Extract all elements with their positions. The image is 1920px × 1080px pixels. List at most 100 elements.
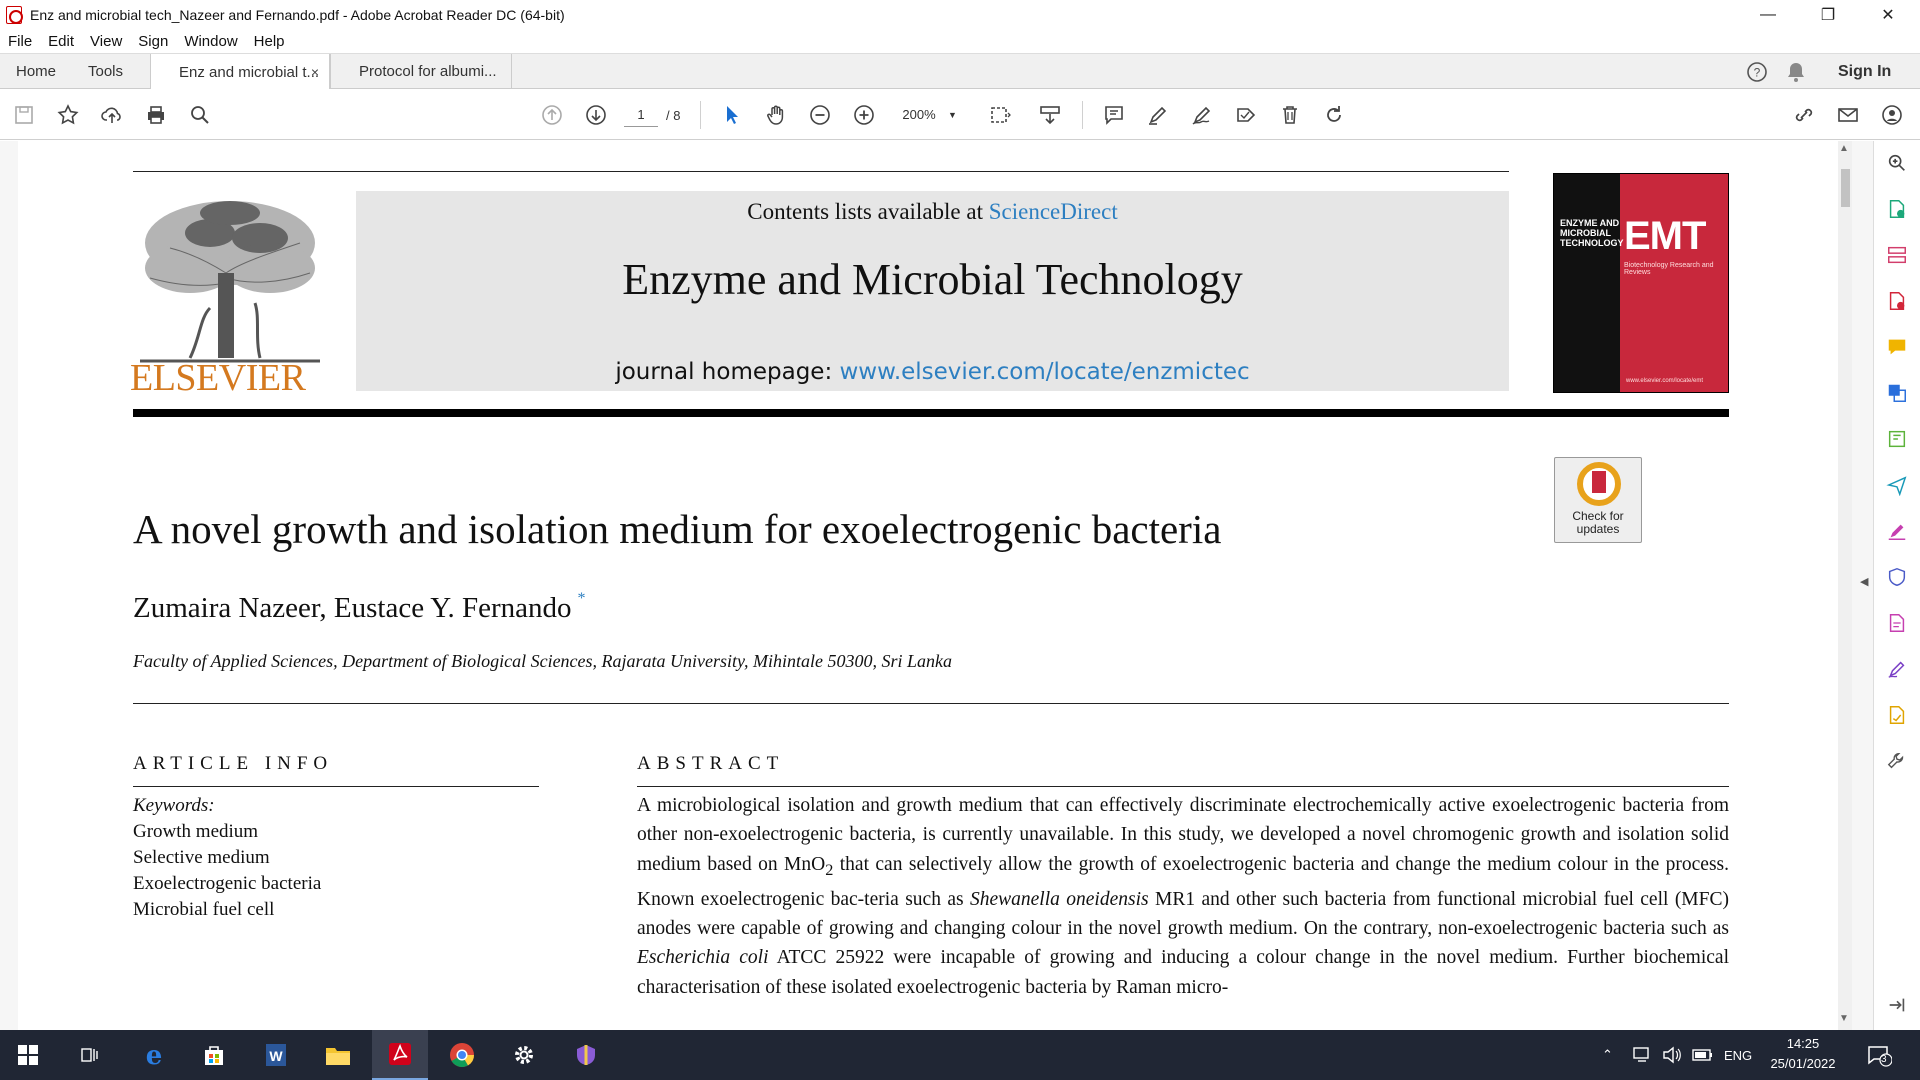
help-icon[interactable]: ? xyxy=(1746,54,1768,89)
homepage-link[interactable]: www.elsevier.com/locate/enzmictec xyxy=(840,359,1250,385)
sign-in-button[interactable]: Sign In xyxy=(1838,54,1891,89)
email-icon[interactable] xyxy=(1834,101,1862,129)
fill-sign-icon[interactable] xyxy=(1232,101,1260,129)
send-for-signature-icon[interactable] xyxy=(1885,473,1909,497)
signature-pen-icon[interactable] xyxy=(1885,657,1909,681)
zoom-out-icon[interactable] xyxy=(806,101,834,129)
file-explorer-icon[interactable] xyxy=(310,1030,366,1080)
zoom-in-icon[interactable] xyxy=(850,101,878,129)
corresponding-author-mark[interactable]: * xyxy=(577,590,585,607)
share-user-icon[interactable] xyxy=(1878,101,1906,129)
menu-view[interactable]: View xyxy=(82,33,130,50)
restore-button[interactable]: ❐ xyxy=(1798,0,1858,29)
draw-signature-icon[interactable] xyxy=(1188,101,1216,129)
app-shield-icon[interactable] xyxy=(558,1030,614,1080)
acrobat-reader-icon[interactable] xyxy=(372,1030,428,1080)
comment-icon[interactable] xyxy=(1100,101,1128,129)
keyword-item: Growth medium xyxy=(133,821,259,842)
tray-volume-icon[interactable] xyxy=(1662,1030,1682,1080)
edge-browser-icon[interactable]: e xyxy=(126,1030,182,1080)
keywords-block: Keywords: Growth medium Selective medium… xyxy=(133,793,321,923)
menu-sign[interactable]: Sign xyxy=(130,33,176,50)
search-zoom-icon[interactable] xyxy=(1885,151,1909,175)
highlight-pen-icon[interactable] xyxy=(1144,101,1172,129)
notification-bell-icon[interactable] xyxy=(1786,54,1806,89)
settings-gear-icon[interactable] xyxy=(496,1030,552,1080)
page-number-input[interactable]: 1 xyxy=(624,103,658,127)
zoom-dropdown[interactable]: 200% ▼ xyxy=(894,103,957,127)
print-icon[interactable] xyxy=(142,101,170,129)
tray-clock[interactable]: 14:25 25/01/2022 xyxy=(1758,1034,1848,1074)
menu-file[interactable]: File xyxy=(0,33,40,50)
windows-start-icon[interactable] xyxy=(0,1030,56,1080)
more-tools-icon[interactable] xyxy=(1885,749,1909,773)
authors-line: Zumaira Nazeer, Eustace Y. Fernando * xyxy=(133,590,585,625)
menu-edit[interactable]: Edit xyxy=(40,33,82,50)
page-fit-icon[interactable] xyxy=(986,101,1014,129)
scroll-mode-icon[interactable] xyxy=(1036,101,1064,129)
cover-emt: EMT xyxy=(1624,214,1706,258)
tab-home[interactable]: Home xyxy=(16,54,56,89)
previous-page-icon[interactable] xyxy=(538,101,566,129)
scroll-up-arrow[interactable]: ▲ xyxy=(1839,143,1849,154)
zoom-value: 200% xyxy=(902,107,936,122)
minimize-button[interactable]: — xyxy=(1738,0,1798,29)
menu-help[interactable]: Help xyxy=(246,33,293,50)
save-icon[interactable] xyxy=(10,101,38,129)
windows-taskbar: e W ⌃ ENG 14:25 25/01/2022 3 xyxy=(0,1030,1920,1080)
hand-tool-icon[interactable] xyxy=(762,101,790,129)
fill-and-sign-icon[interactable] xyxy=(1885,519,1909,543)
tab-close-icon[interactable]: × xyxy=(311,64,319,80)
bookmark-star-icon[interactable] xyxy=(54,101,82,129)
tab-tools[interactable]: Tools xyxy=(88,54,123,89)
tab-document-active[interactable]: Enz and microbial t... × xyxy=(150,54,330,90)
action-center-icon[interactable]: 3 xyxy=(1866,1030,1892,1080)
word-icon[interactable]: W xyxy=(248,1030,304,1080)
tab-document-protocol[interactable]: Protocol for albumi... xyxy=(330,54,512,89)
combine-files-icon[interactable] xyxy=(1885,381,1909,405)
keyword-item: Microbial fuel cell xyxy=(133,899,275,920)
upload-cloud-icon[interactable] xyxy=(98,101,126,129)
chrome-icon[interactable] xyxy=(434,1030,490,1080)
collapse-pane-icon[interactable] xyxy=(1885,993,1909,1017)
keyword-item: Exoelectrogenic bacteria xyxy=(133,873,322,894)
abstract-rule xyxy=(637,786,1729,787)
create-pdf-icon[interactable] xyxy=(1885,289,1909,313)
request-esign-icon[interactable] xyxy=(1885,703,1909,727)
tray-show-hidden-icon[interactable]: ⌃ xyxy=(1602,1030,1613,1080)
prepare-form-icon[interactable] xyxy=(1885,611,1909,635)
svg-text:e: e xyxy=(146,1041,163,1069)
close-window-button[interactable]: ✕ xyxy=(1858,0,1918,29)
check-for-updates-badge[interactable]: Check for updates xyxy=(1554,457,1642,543)
header-top-rule xyxy=(133,171,1509,172)
scroll-down-arrow[interactable]: ▼ xyxy=(1839,1013,1849,1024)
share-link-icon[interactable] xyxy=(1790,101,1818,129)
sciencedirect-link[interactable]: ScienceDirect xyxy=(989,199,1118,224)
journal-name: Enzyme and Microbial Technology xyxy=(622,255,1243,304)
tray-language[interactable]: ENG xyxy=(1724,1030,1752,1080)
comment-tool-icon[interactable] xyxy=(1885,335,1909,359)
scrollbar-thumb[interactable] xyxy=(1841,169,1850,207)
protect-shield-icon[interactable] xyxy=(1885,565,1909,589)
menu-bar: File Edit View Sign Window Help xyxy=(0,29,1920,53)
delete-trash-icon[interactable] xyxy=(1276,101,1304,129)
edit-pdf-icon[interactable] xyxy=(1885,427,1909,451)
collapse-right-pane-icon[interactable]: ◀ xyxy=(1860,575,1868,588)
task-view-icon[interactable] xyxy=(62,1030,118,1080)
homepage-prefix: journal homepage: xyxy=(615,359,840,385)
organize-pages-icon[interactable] xyxy=(1885,243,1909,267)
tray-battery-icon[interactable] xyxy=(1692,1030,1714,1080)
rotate-icon[interactable] xyxy=(1320,101,1348,129)
tray-network-icon[interactable] xyxy=(1632,1030,1652,1080)
cover-subtitle: Biotechnology Research and Reviews xyxy=(1624,262,1714,276)
select-cursor-icon[interactable] xyxy=(718,101,746,129)
document-viewport[interactable]: ELSEVIER Contents lists available at Sci… xyxy=(0,141,1873,1030)
abstract-heading: ABSTRACT xyxy=(637,753,785,774)
search-icon[interactable] xyxy=(186,101,214,129)
microsoft-store-icon[interactable] xyxy=(186,1030,242,1080)
menu-window[interactable]: Window xyxy=(176,33,245,50)
vertical-scrollbar[interactable]: ▲ ▼ xyxy=(1838,141,1852,1030)
export-pdf-icon[interactable] xyxy=(1885,197,1909,221)
keywords-label: Keywords: xyxy=(133,795,215,816)
next-page-icon[interactable] xyxy=(582,101,610,129)
